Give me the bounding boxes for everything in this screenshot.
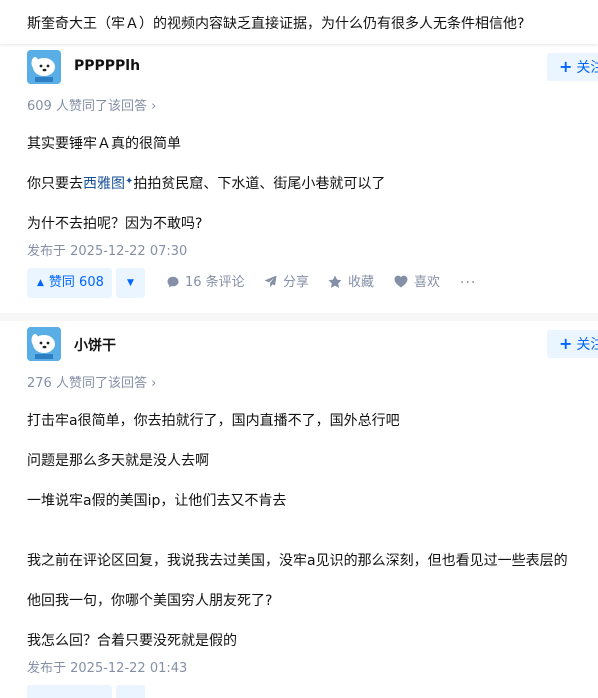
author-avatar[interactable] <box>27 327 61 361</box>
share-icon <box>264 275 277 288</box>
heart-icon <box>394 275 408 288</box>
question-header: 斯奎奇大王（牢Ａ）的视频内容缺乏直接证据，为什么仍有很多人无条件相信他? <box>0 0 598 44</box>
comment-count: 16 条评论 <box>185 275 245 290</box>
favorite-button[interactable]: 收藏 <box>328 268 374 298</box>
follow-label: 关注 <box>576 337 598 353</box>
answer-paragraph: 我怎么回？合着只要没死就是假的 <box>27 633 237 649</box>
follow-button[interactable]: + 关注 <box>547 330 598 358</box>
follow-button[interactable]: + 关注 <box>547 53 598 81</box>
paragraph-text: 你只要去 <box>27 176 83 192</box>
upvote-label: 赞同 608 <box>48 275 104 290</box>
comment-button[interactable]: 16 条评论 <box>167 268 245 298</box>
publish-time[interactable]: 发布于 2025-12-22 07:30 <box>27 240 187 259</box>
like-button[interactable]: 喜欢 <box>394 268 440 298</box>
up-arrow-icon: ▲ <box>37 278 44 288</box>
action-bar: ▲ 赞同 608 ▼ 16 条评论 分享 收藏 喜欢 ··· <box>0 268 598 298</box>
upvote-button[interactable]: ▲ 赞同 608 <box>27 268 112 298</box>
action-bar <box>0 685 598 698</box>
plus-icon: + <box>559 57 573 76</box>
comment-icon <box>167 276 179 288</box>
answer-paragraph: 他回我一句，你哪个美国穷人朋友死了? <box>27 593 273 609</box>
avatar-dog-icon <box>27 327 61 361</box>
publish-time[interactable]: 发布于 2025-12-22 01:43 <box>27 657 187 676</box>
star-icon <box>328 275 342 288</box>
upvote-count[interactable]: 276 人赞同了该回答 › <box>27 372 156 391</box>
answer-paragraph: 我之前在评论区回复，我说我去过美国，没牢a见识的那么深刻，但也看见过一些表层的 <box>27 553 568 569</box>
share-button[interactable]: 分享 <box>264 268 309 298</box>
upvote-count[interactable]: 609 人赞同了该回答 › <box>27 95 156 114</box>
upvote-button[interactable] <box>27 685 112 698</box>
search-link[interactable]: 西雅图 <box>83 176 125 192</box>
answer-paragraph: 为什不去拍呢？因为不敢吗? <box>27 216 203 232</box>
author-avatar[interactable] <box>27 50 61 84</box>
answer-paragraph: 其实要锤牢Ａ真的很简单 <box>27 136 181 152</box>
author-name[interactable]: PPPPPlh <box>74 58 140 74</box>
answer-paragraph: 一堆说牢a假的美国ip，让他们去又不肯去 <box>27 493 287 509</box>
paragraph-text: 拍拍贫民窟、下水道、街尾小巷就可以了 <box>133 176 386 192</box>
share-label: 分享 <box>283 275 310 290</box>
question-title[interactable]: 斯奎奇大王（牢Ａ）的视频内容缺乏直接证据，为什么仍有很多人无条件相信他? <box>27 13 524 33</box>
answer-paragraph: 打击牢a很简单，你去拍就行了，国内直播不了，国外总行吧 <box>27 413 400 429</box>
down-arrow-icon: ▼ <box>127 278 134 288</box>
more-options-button[interactable]: ··· <box>460 268 476 298</box>
answer-paragraph: 你只要去西雅图✦拍拍贫民窟、下水道、街尾小巷就可以了 <box>27 173 385 193</box>
answer-divider <box>0 313 598 321</box>
avatar-dog-icon <box>27 50 61 84</box>
answer-paragraph: 问题是那么多天就是没人去啊 <box>27 453 209 469</box>
plus-icon: + <box>559 334 573 353</box>
favorite-label: 收藏 <box>348 275 375 290</box>
follow-label: 关注 <box>576 60 598 76</box>
downvote-button[interactable] <box>116 685 145 698</box>
like-label: 喜欢 <box>414 275 441 290</box>
author-name[interactable]: 小饼干 <box>74 335 116 355</box>
downvote-button[interactable]: ▼ <box>116 268 145 298</box>
